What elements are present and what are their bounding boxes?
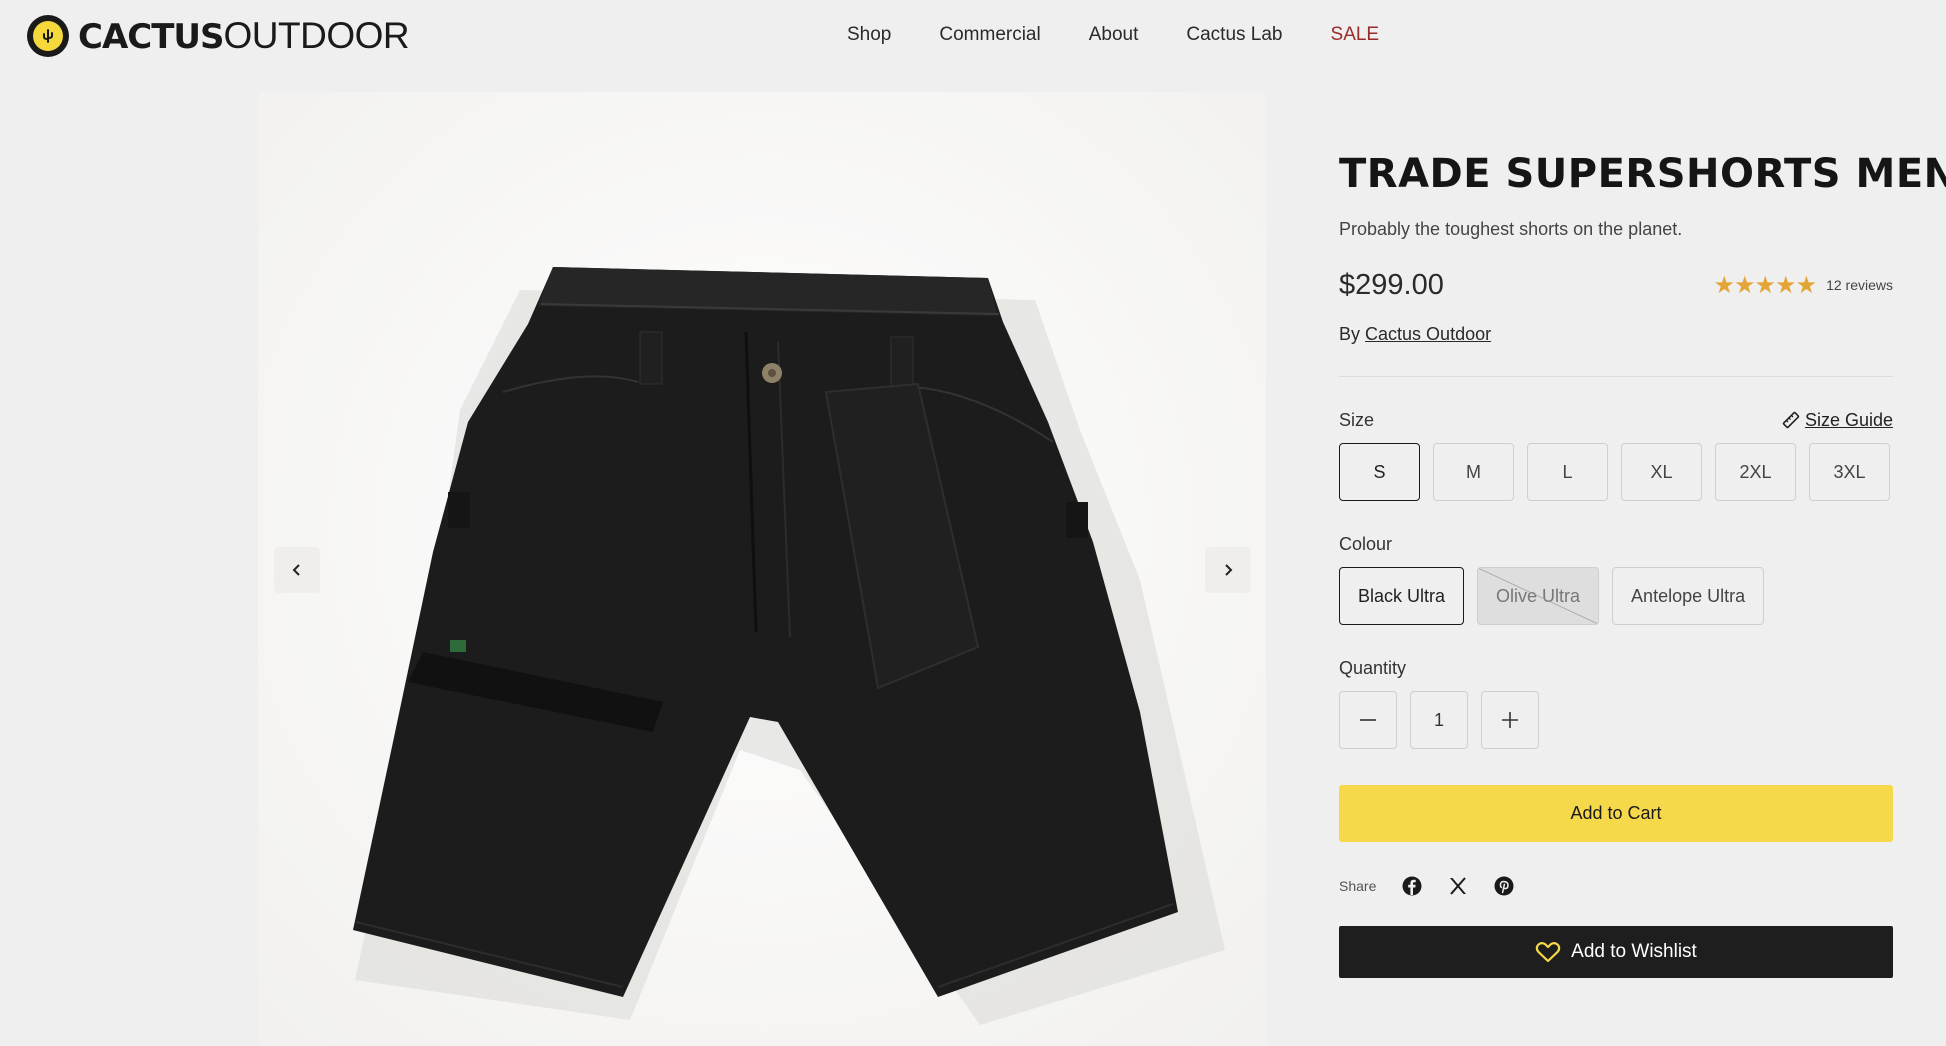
nav-cactus-lab[interactable]: Cactus Lab	[1186, 22, 1282, 48]
size-option-xl[interactable]: XL	[1621, 443, 1702, 501]
gallery-prev-button[interactable]	[274, 547, 320, 593]
facebook-icon[interactable]	[1402, 876, 1422, 896]
pinterest-icon[interactable]	[1494, 876, 1514, 896]
brand-logo[interactable]: CACTUSOUTDOOR	[27, 14, 410, 57]
brand-wordmark: CACTUSOUTDOOR	[78, 14, 410, 57]
size-label: Size	[1339, 410, 1375, 430]
colour-options: Black Ultra Olive Ultra Antelope Ultra	[1339, 567, 1893, 625]
product-subtitle: Probably the toughest shorts on the plan…	[1339, 219, 1683, 239]
size-option-l[interactable]: L	[1527, 443, 1608, 501]
colour-label: Colour	[1339, 534, 1393, 554]
quantity-stepper: 1	[1339, 691, 1893, 749]
brand-wordmark-bold: CACTUS	[78, 16, 225, 57]
wishlist-label: Add to Wishlist	[1571, 941, 1697, 962]
product-image	[258, 92, 1266, 1046]
size-options: S M L XL 2XL 3XL	[1339, 443, 1893, 501]
nav-about[interactable]: About	[1089, 22, 1139, 48]
share-label: Share	[1339, 878, 1377, 894]
product-byline: By Cactus Outdoor	[1339, 322, 1893, 346]
colour-header: Colour	[1339, 533, 1893, 555]
quantity-decrease-button[interactable]	[1339, 691, 1397, 749]
size-guide-link[interactable]: Size Guide	[1781, 410, 1893, 431]
brand-wordmark-thin: OUTDOOR	[223, 14, 410, 56]
colour-option-olive-ultra[interactable]: Olive Ultra	[1477, 567, 1600, 625]
chevron-left-icon	[292, 564, 300, 576]
brand-link[interactable]: Cactus Outdoor	[1365, 324, 1491, 344]
price-row: $299.00 ★★★★★ 12 reviews	[1339, 268, 1893, 302]
share-row: Share	[1339, 874, 1893, 898]
nav-sale[interactable]: SALE	[1331, 22, 1380, 48]
quantity-header: Quantity	[1339, 657, 1893, 679]
add-to-wishlist-button[interactable]: Add to Wishlist	[1339, 926, 1893, 978]
site-header: CACTUSOUTDOOR Shop Commercial About Cact…	[0, 0, 1946, 72]
size-option-3xl[interactable]: 3XL	[1809, 443, 1890, 501]
nav-commercial[interactable]: Commercial	[939, 22, 1040, 48]
byline-prefix: By	[1339, 324, 1361, 344]
size-guide-label: Size Guide	[1804, 409, 1893, 430]
divider	[1339, 376, 1893, 377]
size-option-m[interactable]: M	[1433, 443, 1514, 501]
x-icon[interactable]	[1448, 876, 1468, 896]
minus-icon	[1360, 719, 1376, 721]
size-header: Size Size Guide	[1339, 409, 1893, 431]
add-to-cart-button[interactable]: Add to Cart	[1339, 785, 1893, 842]
quantity-input[interactable]: 1	[1410, 691, 1468, 749]
chevron-right-icon	[1225, 564, 1233, 576]
size-option-2xl[interactable]: 2XL	[1715, 443, 1796, 501]
review-count: 12 reviews	[1826, 277, 1893, 293]
heart-icon	[1535, 942, 1561, 963]
ruler-icon	[1782, 411, 1800, 429]
main-nav: Shop Commercial About Cactus Lab SALE	[847, 22, 1379, 48]
nav-shop[interactable]: Shop	[847, 22, 891, 48]
star-rating-icon: ★★★★★	[1713, 271, 1818, 299]
product-gallery	[258, 92, 1266, 1046]
product-price: $299.00	[1339, 268, 1444, 301]
gallery-next-button[interactable]	[1205, 547, 1251, 593]
colour-option-antelope-ultra[interactable]: Antelope Ultra	[1612, 567, 1765, 625]
product-info: TRADE SUPERSHORTS MENS Probably the toug…	[1339, 150, 1946, 978]
plus-icon	[1502, 712, 1518, 728]
size-option-s[interactable]: S	[1339, 443, 1420, 501]
product-title: TRADE SUPERSHORTS MENS	[1339, 151, 1946, 197]
product-rating[interactable]: ★★★★★ 12 reviews	[1714, 271, 1894, 300]
cactus-logo-icon	[27, 15, 69, 57]
quantity-label: Quantity	[1339, 658, 1407, 678]
quantity-increase-button[interactable]	[1481, 691, 1539, 749]
colour-option-black-ultra[interactable]: Black Ultra	[1339, 567, 1465, 625]
